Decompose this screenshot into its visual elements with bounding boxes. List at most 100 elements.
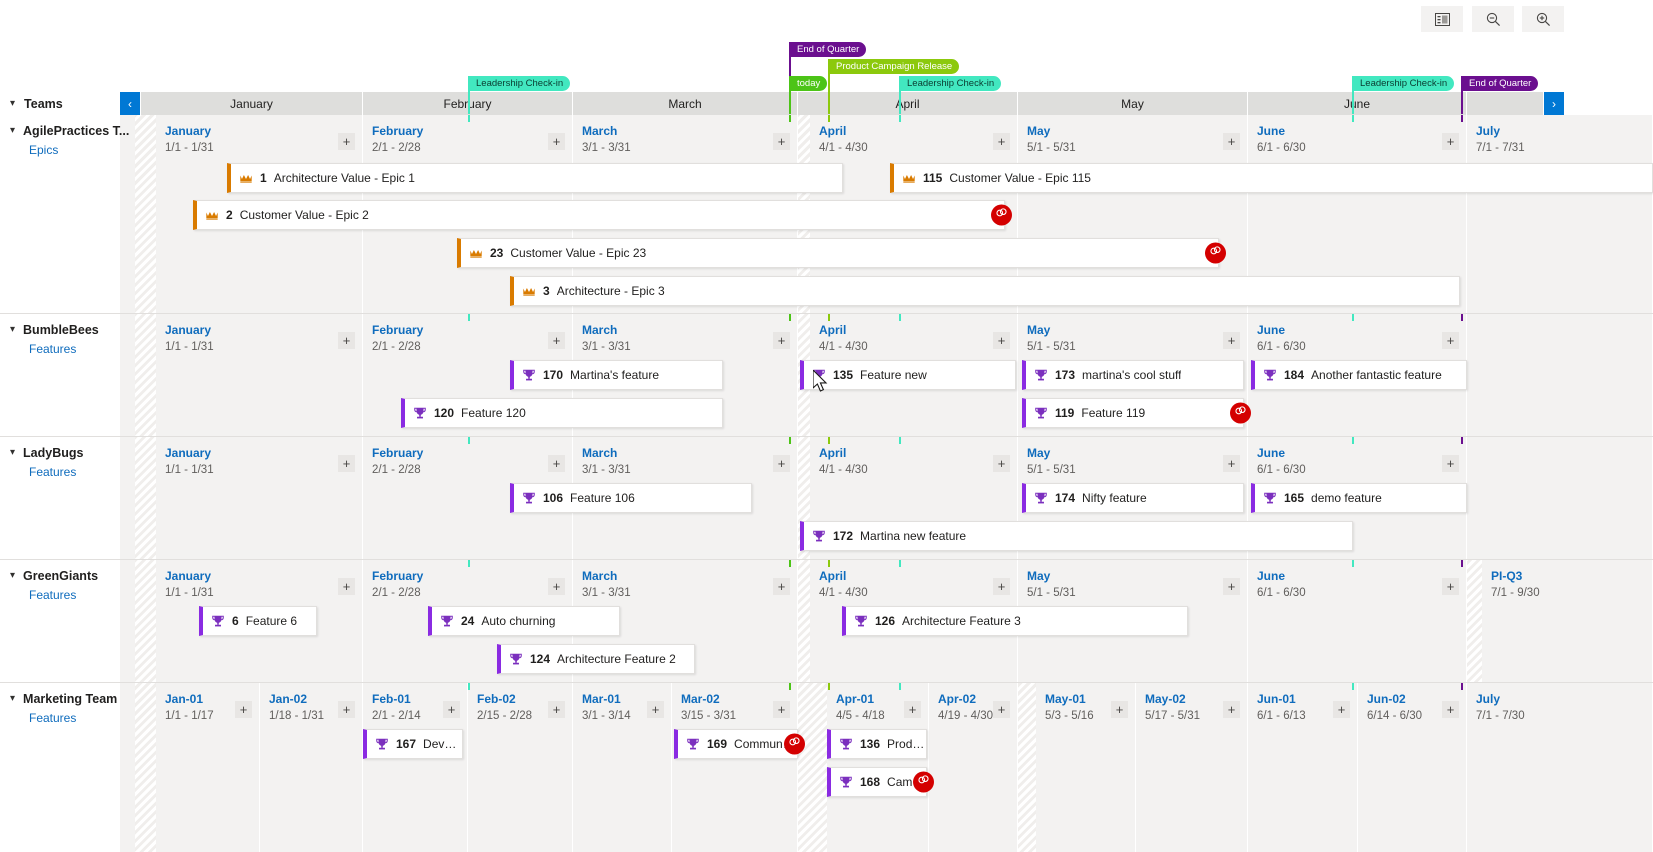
add-item-button[interactable]: + [1111, 701, 1128, 718]
month-header-cell[interactable]: May [1018, 92, 1248, 115]
milestone-flag[interactable]: today [791, 76, 828, 91]
add-item-button[interactable]: + [1223, 578, 1240, 595]
work-item-card[interactable]: 2 Customer Value - Epic 2 [193, 200, 1012, 230]
add-item-button[interactable]: + [1223, 701, 1240, 718]
work-item-card[interactable]: 174 Nifty feature [1022, 483, 1244, 513]
work-item-card[interactable]: 135 Feature new [800, 360, 1016, 390]
work-item-card[interactable]: 170 Martina's feature [510, 360, 723, 390]
add-item-button[interactable]: + [338, 133, 355, 150]
add-item-button[interactable]: + [993, 455, 1010, 472]
team-backlog-level[interactable]: Features [29, 342, 120, 356]
milestone-flag[interactable]: End of Quarter [1463, 76, 1539, 91]
card-layout-button[interactable] [1421, 6, 1463, 32]
add-item-button[interactable]: + [773, 701, 790, 718]
milestone-tick [789, 683, 791, 690]
add-item-button[interactable]: + [548, 578, 565, 595]
work-item-id: 2 [226, 208, 233, 222]
add-item-button[interactable]: + [338, 455, 355, 472]
work-item-card[interactable]: 106 Feature 106 [510, 483, 752, 513]
add-item-button[interactable]: + [1442, 578, 1459, 595]
add-item-button[interactable]: + [1223, 455, 1240, 472]
add-item-button[interactable]: + [993, 133, 1010, 150]
add-item-button[interactable]: + [993, 332, 1010, 349]
trophy-icon [1034, 368, 1048, 382]
add-item-button[interactable]: + [235, 701, 252, 718]
work-item-card[interactable]: 24 Auto churning [428, 606, 620, 636]
chevron-down-icon[interactable]: ▾ [10, 325, 15, 335]
milestone-flag[interactable]: Leadership Check-in [470, 76, 571, 91]
dependency-badge[interactable] [784, 733, 805, 755]
add-item-button[interactable]: + [443, 701, 460, 718]
work-item-card[interactable]: 136 Produc... [827, 729, 927, 759]
work-item-card[interactable]: 168Campa... [827, 767, 934, 797]
add-item-button[interactable]: + [338, 332, 355, 349]
add-item-button[interactable]: + [773, 133, 790, 150]
iteration-name: April [819, 323, 847, 337]
work-item-card[interactable]: 120 Feature 120 [401, 398, 723, 428]
work-item-card[interactable]: 119 Feature 119 [1022, 398, 1251, 428]
work-item-card[interactable]: 1 Architecture Value - Epic 1 [227, 163, 843, 193]
work-item-card[interactable]: 126 Architecture Feature 3 [842, 606, 1188, 636]
month-header-cell[interactable]: January [141, 92, 363, 115]
add-item-button[interactable]: + [1442, 133, 1459, 150]
add-item-button[interactable]: + [904, 701, 921, 718]
iteration-dates: 4/1 - 4/30 [819, 142, 868, 154]
teams-header-cell[interactable]: ▾ Teams [0, 92, 120, 115]
add-item-button[interactable]: + [993, 701, 1010, 718]
add-item-button[interactable]: + [548, 332, 565, 349]
month-header-cell[interactable]: March [573, 92, 798, 115]
add-item-button[interactable]: + [647, 701, 664, 718]
add-item-button[interactable]: + [338, 701, 355, 718]
add-item-button[interactable]: + [548, 133, 565, 150]
chevron-down-icon[interactable]: ▾ [10, 694, 15, 704]
work-item-card[interactable]: 184 Another fantastic feature [1251, 360, 1467, 390]
month-header-cell[interactable] [1467, 92, 1544, 115]
add-item-button[interactable]: + [1223, 332, 1240, 349]
add-item-button[interactable]: + [773, 455, 790, 472]
milestone-flag[interactable]: Leadership Check-in [901, 76, 1002, 91]
add-item-button[interactable]: + [548, 455, 565, 472]
work-item-card[interactable]: 165 demo feature [1251, 483, 1467, 513]
add-item-button[interactable]: + [548, 701, 565, 718]
add-item-button[interactable]: + [1442, 332, 1459, 349]
trophy-icon [812, 529, 826, 543]
dependency-badge[interactable] [913, 771, 934, 793]
milestone-flag[interactable]: Product Campaign Release [830, 59, 960, 74]
work-item-card[interactable]: 6 Feature 6 [199, 606, 317, 636]
zoom-in-button[interactable] [1522, 6, 1564, 32]
add-item-button[interactable]: + [1442, 701, 1459, 718]
work-item-card[interactable]: 172 Martina new feature [800, 521, 1353, 551]
zoom-out-button[interactable] [1472, 6, 1514, 32]
milestone-flag[interactable]: End of Quarter [791, 42, 867, 57]
work-item-card[interactable]: 169Communica... [674, 729, 805, 759]
month-header-cell[interactable]: April [798, 92, 1018, 115]
work-item-card[interactable]: 115 Customer Value - Epic 115 [890, 163, 1653, 193]
chevron-down-icon[interactable]: ▾ [10, 126, 15, 136]
chevron-down-icon[interactable]: ▾ [10, 571, 15, 581]
work-item-card[interactable]: 23 Customer Value - Epic 23 [457, 238, 1226, 268]
add-item-button[interactable]: + [993, 578, 1010, 595]
milestone-flag[interactable]: Leadership Check-in [1354, 76, 1455, 91]
work-item-card[interactable]: 3 Architecture - Epic 3 [510, 276, 1460, 306]
chevron-down-icon[interactable]: ▾ [10, 448, 15, 458]
add-item-button[interactable]: + [1223, 133, 1240, 150]
month-header-cell[interactable]: June [1248, 92, 1467, 115]
work-item-card[interactable]: 173 martina's cool stuff [1022, 360, 1244, 390]
team-backlog-level[interactable]: Features [29, 711, 120, 725]
team-backlog-level[interactable]: Features [29, 465, 120, 479]
add-item-button[interactable]: + [1442, 455, 1459, 472]
dependency-badge[interactable] [1205, 242, 1226, 264]
add-item-button[interactable]: + [773, 578, 790, 595]
work-item-card[interactable]: 167 Develo... [363, 729, 463, 759]
add-item-button[interactable]: + [338, 578, 355, 595]
add-item-button[interactable]: + [1333, 701, 1350, 718]
team-backlog-level[interactable]: Features [29, 588, 120, 602]
scroll-left-button[interactable]: ‹ [120, 92, 140, 115]
dependency-badge[interactable] [1230, 402, 1251, 424]
iteration-name: May [1027, 124, 1051, 138]
add-item-button[interactable]: + [773, 332, 790, 349]
dependency-badge[interactable] [991, 204, 1012, 226]
scroll-right-button[interactable]: › [1544, 92, 1564, 115]
team-backlog-level[interactable]: Epics [29, 143, 120, 157]
work-item-card[interactable]: 124 Architecture Feature 2 [497, 644, 695, 674]
